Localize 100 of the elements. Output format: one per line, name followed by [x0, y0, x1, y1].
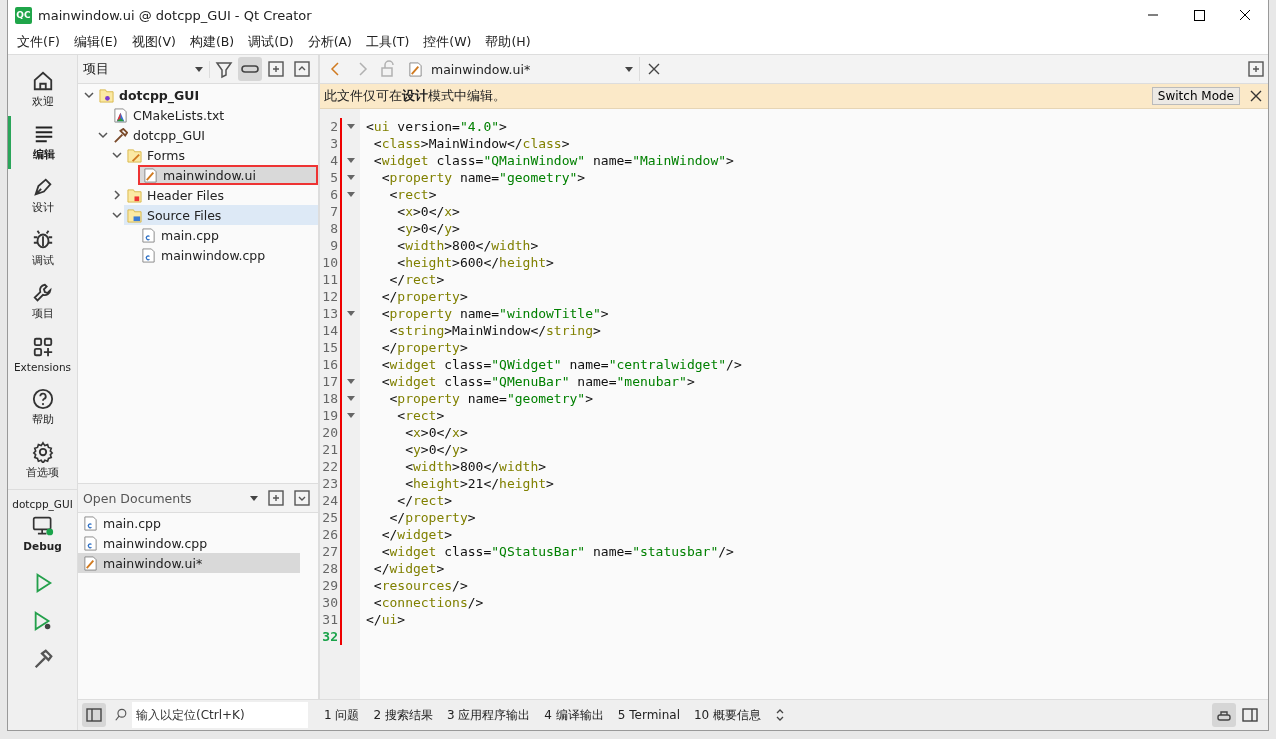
- tree-item-label: Header Files: [147, 187, 224, 203]
- open-document-item[interactable]: mainwindow.ui*: [78, 553, 300, 573]
- document-name: main.cpp: [103, 515, 161, 531]
- chevron-down-icon[interactable]: [84, 90, 94, 100]
- code-line: <x>0</x>: [396, 204, 460, 219]
- link-icon[interactable]: [238, 57, 262, 81]
- chevron-right-icon[interactable]: [112, 190, 122, 200]
- open-document-item[interactable]: main.cpp: [78, 513, 300, 533]
- fold-icon[interactable]: [347, 378, 355, 385]
- fold-icon[interactable]: [347, 123, 355, 130]
- line-number: 15: [321, 339, 338, 356]
- fold-icon[interactable]: [347, 157, 355, 164]
- mode-button[interactable]: 调试: [7, 222, 78, 275]
- code-line: <widget class="QWidget" name="centralwidget"/>: [380, 357, 742, 372]
- line-number: 26: [321, 526, 338, 543]
- menu-item[interactable]: 调试(D): [241, 33, 301, 51]
- code-line: </widget>: [380, 527, 453, 542]
- line-number: 8: [329, 220, 338, 237]
- menu-item[interactable]: 构建(B): [182, 33, 242, 51]
- app-logo: QC: [15, 6, 32, 24]
- code-line: <x>0</x>: [404, 425, 468, 440]
- hammer-icon: [113, 127, 128, 143]
- code-line: </ui>: [365, 612, 406, 627]
- mode-button[interactable]: 设计: [7, 169, 78, 222]
- code-line: <property name="windowTitle">: [380, 306, 609, 321]
- caret-icon[interactable]: [250, 495, 258, 501]
- settings-icon: [31, 441, 54, 463]
- tree-item[interactable]: Source Files: [124, 205, 318, 225]
- locator-field[interactable]: 输入以定位(Ctrl+K): [132, 702, 308, 728]
- code-line: <property name="geometry">: [388, 391, 593, 406]
- menu-item[interactable]: 编辑(E): [66, 33, 125, 51]
- folder-icon: [127, 207, 142, 223]
- folder-icon: [127, 147, 142, 163]
- code-line: <rect>: [388, 187, 437, 202]
- line-number: 13: [321, 305, 338, 322]
- line-number: 18: [321, 390, 338, 407]
- pen-file-icon: [408, 61, 423, 77]
- code-file-icon: [83, 535, 98, 551]
- line-number: 7: [329, 203, 338, 220]
- progress-toggle-icon[interactable]: [1212, 703, 1236, 727]
- pen-file-icon: [83, 555, 98, 571]
- up-down-icon[interactable]: [775, 708, 786, 722]
- code-line: <widget class="QMenuBar" name="menubar">: [380, 374, 695, 389]
- tree-item[interactable]: Forms: [124, 145, 318, 165]
- line-number: 24: [321, 492, 338, 509]
- code-line: <property name="geometry">: [380, 170, 586, 185]
- output-pane-button[interactable]: 5 Terminal: [611, 708, 686, 722]
- tree-item-label: Forms: [147, 147, 185, 163]
- fold-icon[interactable]: [347, 174, 355, 181]
- chevron-down-icon[interactable]: [112, 210, 122, 220]
- menu-item[interactable]: 帮助(H): [478, 33, 538, 51]
- line-number: 6: [329, 186, 338, 203]
- mode-button[interactable]: 首选项: [7, 434, 78, 487]
- project-label: dotcpp_GUI: [12, 498, 73, 510]
- tree-item[interactable]: dotcpp_GUI: [96, 85, 318, 105]
- line-number: 14: [321, 322, 338, 339]
- code-line: <height>21</height>: [404, 476, 554, 491]
- tree-item[interactable]: mainwindow.ui: [138, 165, 318, 185]
- mode-button[interactable]: 项目: [7, 275, 78, 328]
- line-number: 31: [321, 611, 338, 628]
- menu-item[interactable]: 视图(V): [124, 33, 183, 51]
- line-number: 21: [321, 441, 338, 458]
- tree-item[interactable]: main.cpp: [138, 225, 318, 245]
- sidebar-toggle-icon[interactable]: [82, 703, 106, 727]
- mode-button[interactable]: Extensions: [7, 328, 78, 381]
- tree-item[interactable]: CMakeLists.txt: [110, 105, 318, 125]
- triangle-file-icon: [113, 107, 128, 123]
- code-line: <widget class="QMainWindow" name="MainWindow">: [372, 153, 734, 168]
- menu-item[interactable]: 控件(W): [416, 33, 479, 51]
- wrench-icon: [31, 282, 54, 304]
- search-icon: [114, 708, 128, 722]
- output-pane-button[interactable]: 4 编译输出: [538, 706, 610, 724]
- chevron-down-icon[interactable]: [112, 150, 122, 160]
- menu-item[interactable]: 工具(T): [358, 33, 417, 51]
- code-line: </property>: [388, 510, 476, 525]
- output-pane-button[interactable]: 1 问题: [318, 706, 366, 724]
- output-pane-button[interactable]: 10 概要信息: [688, 706, 768, 724]
- output-pane-button[interactable]: 3 应用程序输出: [440, 706, 537, 724]
- code-line: <resources/>: [372, 578, 468, 593]
- fold-icon[interactable]: [347, 412, 355, 419]
- open-document-item[interactable]: mainwindow.cpp: [78, 533, 300, 553]
- line-number: 22: [321, 458, 338, 475]
- mode-button[interactable]: 欢迎: [7, 63, 78, 116]
- tree-item[interactable]: Header Files: [124, 185, 318, 205]
- output-pane-button[interactable]: 2 搜索结果: [367, 706, 439, 724]
- fold-icon[interactable]: [347, 310, 355, 317]
- tree-item[interactable]: mainwindow.cpp: [138, 245, 318, 265]
- chevron-down-icon[interactable]: [98, 130, 108, 140]
- mode-button[interactable]: 帮助: [7, 381, 78, 434]
- fold-icon[interactable]: [347, 395, 355, 402]
- code-line: </property>: [380, 289, 468, 304]
- menu-item[interactable]: 分析(A): [300, 33, 359, 51]
- folder-icon: [99, 87, 114, 103]
- switch-mode-button[interactable]: Switch Mode: [1151, 87, 1240, 105]
- line-number: 17: [321, 373, 338, 390]
- menu-item[interactable]: 文件(F): [10, 33, 67, 51]
- fold-icon[interactable]: [347, 191, 355, 198]
- line-number: 16: [321, 356, 338, 373]
- tree-item[interactable]: dotcpp_GUI: [110, 125, 318, 145]
- kit-selector[interactable]: Debug: [7, 510, 78, 556]
